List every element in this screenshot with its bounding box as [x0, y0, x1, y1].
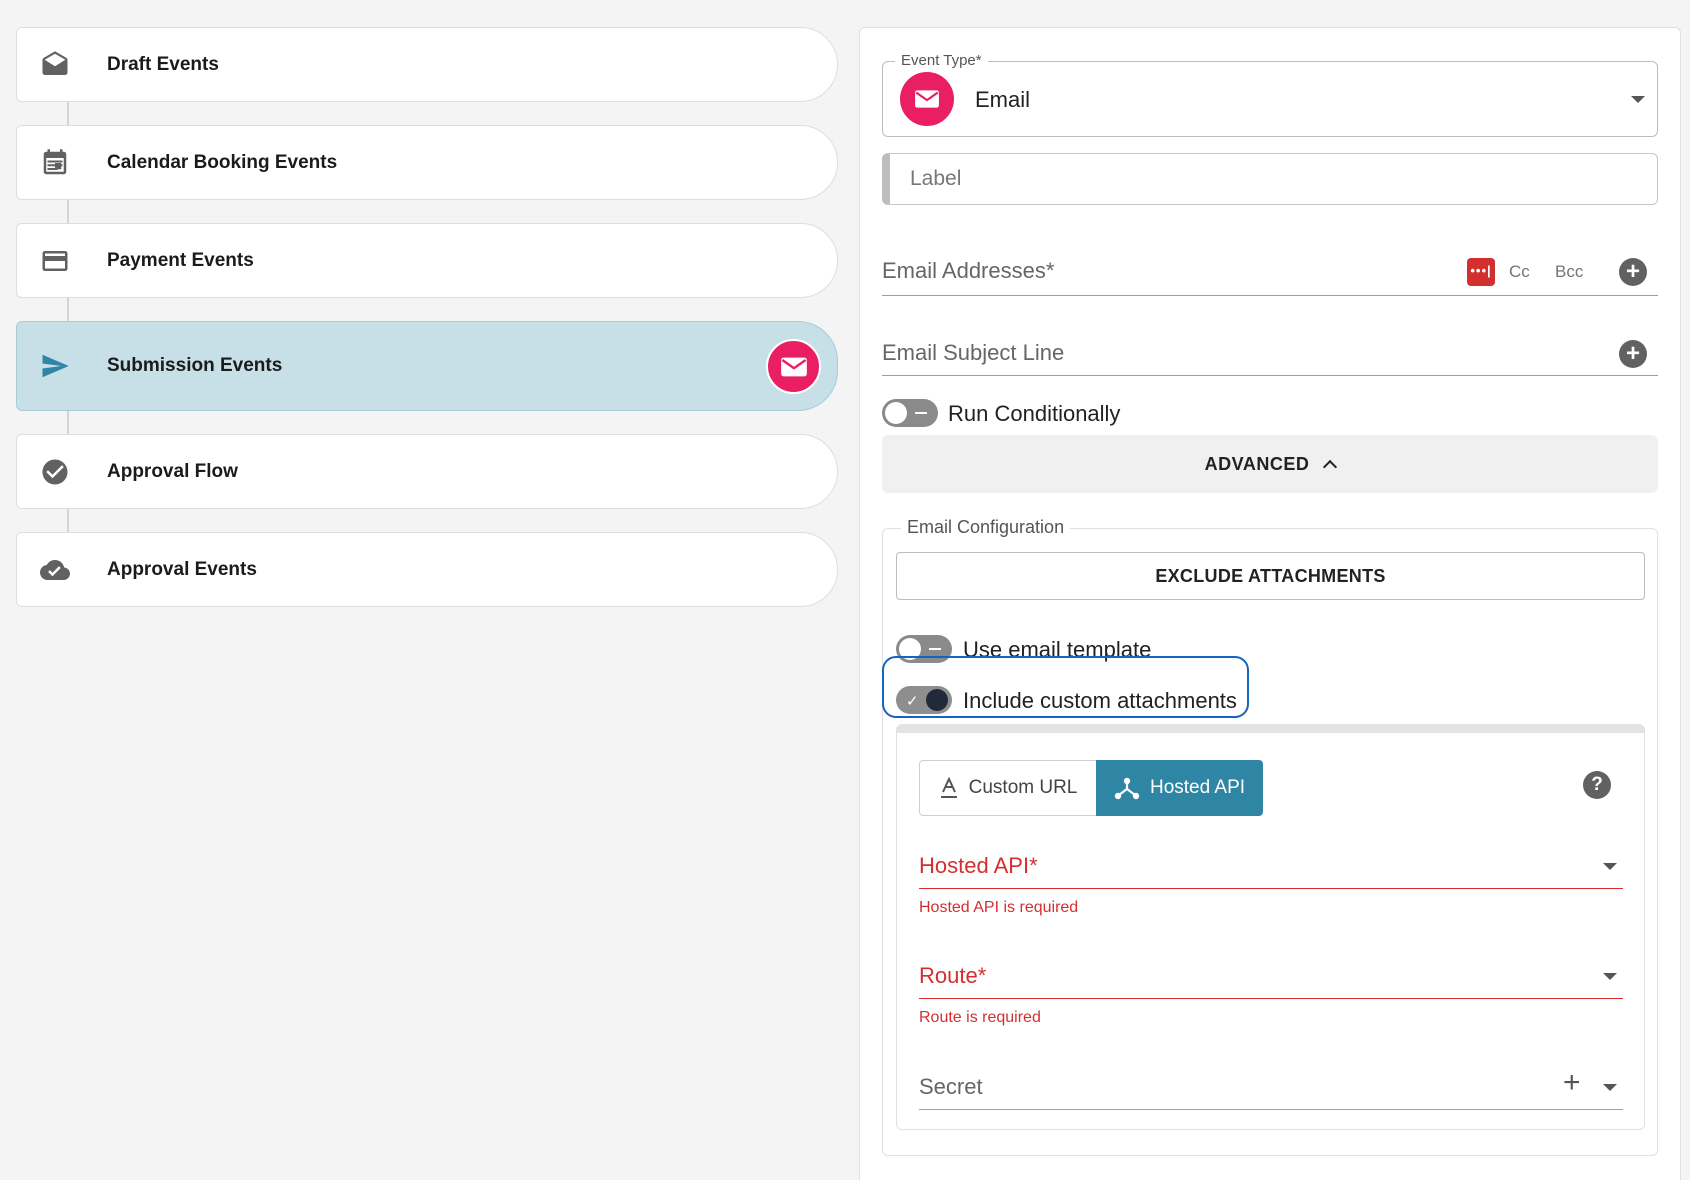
add-subject-variable-button[interactable]: + [1619, 340, 1647, 368]
run-conditionally-label: Run Conditionally [948, 401, 1121, 426]
event-card-calendar-booking-events[interactable]: Calendar Booking Events [16, 125, 838, 200]
event-card-approval-flow[interactable]: Approval Flow [16, 434, 838, 509]
event-editor-panel: Event Type* Email Email Addresses* •••| … [859, 27, 1681, 1180]
email-subject-field[interactable]: Email Subject Line + [882, 328, 1658, 376]
drafts-icon [37, 47, 73, 83]
chevron-down-icon [1603, 973, 1617, 980]
help-icon[interactable]: ? [1583, 771, 1611, 799]
connector-line [67, 411, 69, 436]
connector-line [67, 509, 69, 534]
event-card-approval-events[interactable]: Approval Events [16, 532, 838, 607]
event-card-draft-events[interactable]: Draft Events [16, 27, 838, 102]
credit-card-icon [37, 243, 73, 279]
connector-line [67, 200, 69, 225]
chevron-down-icon [1631, 96, 1645, 103]
route-error: Route is required [919, 1009, 1041, 1026]
include-custom-attachments-label: Include custom attachments [963, 688, 1237, 713]
envelope-icon [780, 357, 807, 376]
email-configuration-legend: Email Configuration [901, 517, 1071, 538]
advanced-label: ADVANCED [1204, 453, 1310, 474]
custom-attachments-box: Custom URL Hosted API ? Hosted API* Host… [896, 724, 1645, 1130]
event-type-value: Email [975, 87, 1031, 112]
include-custom-attachments-toggle[interactable]: ✓ [896, 686, 952, 714]
route-select[interactable]: Route* [919, 951, 1623, 999]
email-addresses-placeholder: Email Addresses* [882, 258, 1055, 283]
tab-custom-url-label: Custom URL [968, 777, 1078, 798]
chevron-down-icon [1603, 1084, 1617, 1091]
event-card-payment-events[interactable]: Payment Events [16, 223, 838, 298]
email-event-badge[interactable] [766, 339, 821, 394]
cloud-done-icon [37, 552, 73, 588]
cc-button[interactable]: Cc [1509, 262, 1530, 282]
exclude-attachments-button[interactable]: EXCLUDE ATTACHMENTS [896, 552, 1645, 600]
tab-hosted-api[interactable]: Hosted API [1096, 760, 1263, 816]
hosted-api-error: Hosted API is required [919, 899, 1079, 916]
route-placeholder: Route* [919, 963, 987, 988]
connector-line [67, 102, 69, 127]
password-manager-icon[interactable]: •••| [1467, 258, 1495, 286]
label-input[interactable] [882, 153, 1658, 205]
bcc-button[interactable]: Bcc [1555, 262, 1583, 282]
email-addresses-field[interactable]: Email Addresses* •••| Cc Bcc + [882, 246, 1658, 296]
event-card-label: Submission Events [107, 355, 283, 376]
add-recipient-button[interactable]: + [1619, 258, 1647, 286]
event-type-legend: Event Type* [895, 52, 988, 69]
check-circle-icon [37, 454, 73, 490]
add-secret-button[interactable]: + [1563, 1066, 1581, 1100]
email-type-icon [900, 72, 954, 126]
event-card-label: Approval Events [107, 558, 257, 580]
send-icon [37, 348, 73, 384]
tab-hosted-api-label: Hosted API [1149, 777, 1246, 798]
api-icon [1114, 777, 1140, 800]
chevron-up-icon [1323, 459, 1338, 475]
run-conditionally-toggle[interactable] [882, 399, 938, 427]
email-subject-placeholder: Email Subject Line [882, 340, 1065, 365]
event-card-submission-events[interactable]: Submission Events [16, 321, 838, 411]
event-card-label: Payment Events [107, 249, 254, 271]
event-type-select[interactable]: Event Type* Email [882, 52, 1658, 137]
text-format-icon [940, 777, 957, 798]
event-card-label: Draft Events [107, 53, 219, 75]
secret-select[interactable]: Secret + [919, 1062, 1623, 1110]
secret-placeholder: Secret [919, 1074, 983, 1099]
connector-line [67, 298, 69, 323]
advanced-toggle-button[interactable]: ADVANCED [882, 435, 1658, 493]
chevron-down-icon [1603, 863, 1617, 870]
event-card-label: Calendar Booking Events [107, 151, 338, 173]
hosted-api-placeholder: Hosted API* [919, 853, 1038, 878]
event-card-label: Approval Flow [107, 460, 238, 482]
hosted-api-select[interactable]: Hosted API* [919, 841, 1623, 889]
tab-custom-url[interactable]: Custom URL [919, 760, 1096, 816]
calendar-icon [37, 145, 73, 181]
